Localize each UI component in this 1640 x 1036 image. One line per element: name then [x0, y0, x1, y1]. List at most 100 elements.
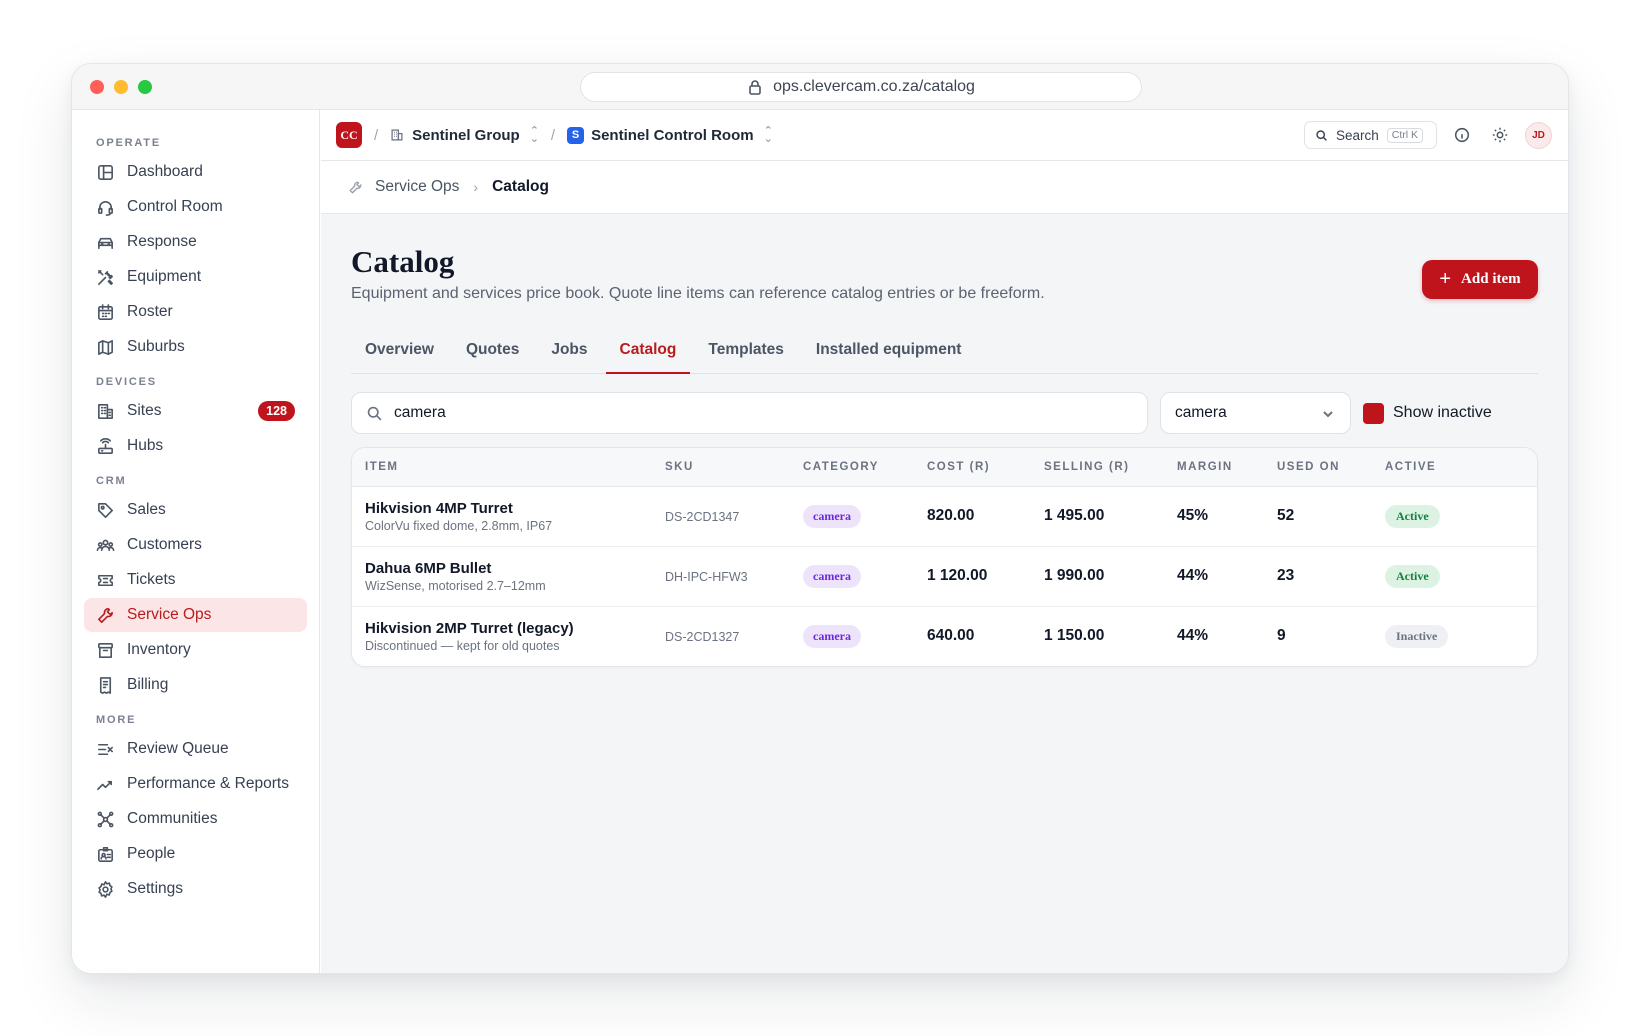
- sidebar-item-performance[interactable]: Performance & Reports: [84, 767, 307, 801]
- sidebar-item-dashboard[interactable]: Dashboard: [84, 155, 307, 189]
- sidebar-item-response[interactable]: Response: [84, 225, 307, 259]
- category-pill: camera: [803, 624, 861, 648]
- section-crm: CRM: [96, 475, 127, 487]
- item-name: Hikvision 4MP Turret: [365, 499, 513, 517]
- sidebar-item-equipment[interactable]: Equipment: [84, 260, 307, 294]
- headset-icon: [98, 200, 113, 216]
- chevron-right-icon: ›: [473, 179, 479, 195]
- sidebar-item-sites[interactable]: Sites 128: [84, 394, 307, 428]
- sidebar-item-tickets[interactable]: Tickets: [84, 563, 307, 597]
- section-more: MORE: [96, 714, 137, 726]
- margin-cell: 44%: [1177, 627, 1209, 645]
- tab-templates[interactable]: Templates: [694, 333, 798, 374]
- tab-catalog[interactable]: Catalog: [605, 333, 691, 374]
- cost-cell: 640.00: [927, 627, 975, 645]
- sidebar-item-people[interactable]: People: [84, 837, 307, 871]
- column-header-category[interactable]: CATEGORY: [790, 448, 914, 487]
- ticket-icon: [98, 574, 113, 586]
- breadcrumb: Service Ops › Catalog: [321, 161, 1568, 214]
- sidebar-item-communities[interactable]: Communities: [84, 802, 307, 836]
- main-area: CC / Sentinel Group ⌃ ⌄ / S Sentinel Cont…: [321, 110, 1568, 973]
- cost-cell: 1 120.00: [927, 567, 988, 584]
- tag-icon: [98, 502, 113, 518]
- add-item-button[interactable]: + Add item: [1422, 260, 1538, 299]
- sidebar-item-control-room[interactable]: Control Room: [84, 190, 307, 224]
- show-inactive-toggle[interactable]: Show inactive: [1363, 402, 1492, 424]
- tab-overview[interactable]: Overview: [351, 333, 448, 374]
- sidebar-item-label: Settings: [127, 880, 184, 897]
- category-select[interactable]: camera: [1160, 392, 1351, 434]
- tab-jobs[interactable]: Jobs: [537, 333, 601, 374]
- breadcrumb-current: Catalog: [492, 178, 549, 195]
- category-select-value: camera: [1175, 404, 1227, 421]
- used-on-cell: 23: [1277, 567, 1295, 584]
- table-row[interactable]: Hikvision 4MP Turret ColorVu fixed dome,…: [352, 486, 1537, 547]
- sidebar-item-label: Hubs: [127, 437, 164, 454]
- column-header-active[interactable]: ACTIVE: [1372, 448, 1537, 487]
- sidebar-item-settings[interactable]: Settings: [84, 872, 307, 906]
- wrench-icon: [98, 607, 113, 623]
- column-header-cost[interactable]: COST (R): [914, 448, 1031, 487]
- column-header-item[interactable]: ITEM: [352, 448, 652, 487]
- catalog-search-input[interactable]: camera: [351, 392, 1148, 434]
- org-name: Sentinel Group: [412, 126, 520, 144]
- user-avatar[interactable]: JD: [1525, 121, 1552, 149]
- close-window-button[interactable]: [90, 80, 104, 94]
- tab-installed-equipment[interactable]: Installed equipment: [802, 333, 976, 374]
- sidebar-item-label: Inventory: [127, 641, 191, 658]
- window-controls: [90, 80, 152, 94]
- plus-icon: +: [1439, 267, 1452, 290]
- sidebar-item-billing[interactable]: Billing: [84, 668, 307, 702]
- status-badge: Active: [1385, 564, 1440, 588]
- show-inactive-label: Show inactive: [1393, 404, 1492, 421]
- sidebar-item-roster[interactable]: Roster: [84, 295, 307, 329]
- id-badge-icon: [98, 846, 113, 862]
- maximize-window-button[interactable]: [138, 80, 152, 94]
- tab-quotes[interactable]: Quotes: [452, 333, 533, 374]
- column-header-margin[interactable]: MARGIN: [1164, 448, 1264, 487]
- item-description: ColorVu fixed dome, 2.8mm, IP67: [365, 518, 553, 533]
- sidebar-item-label: Review Queue: [127, 740, 229, 757]
- sku-cell: DS-2CD1327: [665, 629, 740, 644]
- sidebar-item-label: Communities: [127, 810, 218, 827]
- sidebar-item-suburbs[interactable]: Suburbs: [84, 330, 307, 364]
- page-title: Catalog: [351, 244, 455, 279]
- sidebar-item-label: Billing: [127, 676, 169, 693]
- archive-icon: [98, 642, 113, 658]
- sidebar-item-inventory[interactable]: Inventory: [84, 633, 307, 667]
- item-name: Dahua 6MP Bullet: [365, 559, 492, 577]
- sidebar-item-sales[interactable]: Sales: [84, 493, 307, 527]
- sidebar-item-service-ops[interactable]: Service Ops: [84, 598, 307, 632]
- selector-chevrons-icon: ⌃ ⌄: [529, 125, 539, 145]
- router-icon: [98, 437, 113, 454]
- theme-toggle-button[interactable]: [1487, 122, 1513, 148]
- category-pill: camera: [803, 564, 861, 588]
- global-search-button[interactable]: Search Ctrl K: [1304, 121, 1437, 149]
- search-icon: [1316, 129, 1327, 141]
- org-switcher[interactable]: Sentinel Group ⌃ ⌄: [390, 125, 539, 145]
- column-header-sku[interactable]: SKU: [652, 448, 790, 487]
- selling-cell: 1 150.00: [1044, 627, 1105, 645]
- workspace-switcher[interactable]: S Sentinel Control Room ⌃ ⌄: [567, 125, 773, 145]
- show-inactive-checkbox[interactable]: [1363, 402, 1384, 424]
- selector-chevrons-icon: ⌃ ⌄: [763, 125, 773, 145]
- breadcrumb-parent-link[interactable]: Service Ops: [375, 178, 459, 196]
- building-icon: [98, 403, 113, 419]
- column-header-selling[interactable]: SELLING (R): [1031, 448, 1164, 487]
- info-button[interactable]: [1449, 122, 1475, 148]
- minimize-window-button[interactable]: [114, 80, 128, 94]
- app-logo[interactable]: CC: [336, 122, 362, 148]
- sidebar-item-hubs[interactable]: Hubs: [84, 429, 307, 463]
- sidebar-item-customers[interactable]: Customers: [84, 528, 307, 562]
- sidebar-item-review-queue[interactable]: Review Queue: [84, 732, 307, 766]
- catalog-table: ITEM SKU CATEGORY COST (R) SELLING (R) M…: [351, 447, 1538, 667]
- sku-cell: DS-2CD1347: [665, 509, 740, 524]
- browser-titlebar: ops.clevercam.co.za/catalog: [72, 64, 1568, 110]
- table-row[interactable]: Hikvision 2MP Turret (legacy) Discontinu…: [352, 606, 1537, 666]
- table-row[interactable]: Dahua 6MP Bullet WizSense, motorised 2.7…: [352, 546, 1537, 607]
- building-icon: [391, 129, 403, 141]
- breadcrumb-separator: /: [374, 126, 379, 144]
- column-header-used-on[interactable]: USED ON: [1264, 448, 1372, 487]
- top-bar: CC / Sentinel Group ⌃ ⌄ / S Sentinel Cont…: [321, 110, 1568, 161]
- address-bar[interactable]: ops.clevercam.co.za/catalog: [580, 72, 1142, 102]
